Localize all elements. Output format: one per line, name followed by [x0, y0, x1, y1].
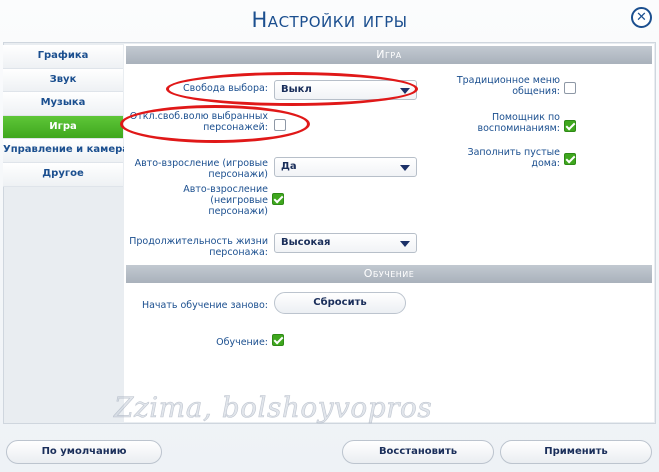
apply-button[interactable]: Применить — [500, 440, 652, 464]
traditional-menu-label: Традиционное меню общения: — [456, 75, 560, 97]
close-icon[interactable]: ✕ — [631, 7, 652, 28]
restore-button[interactable]: Восстановить — [342, 440, 494, 464]
sidebar-item-other[interactable]: Другое — [3, 162, 123, 187]
lifespan-label: Продолжительность жизни персонажа: — [129, 236, 268, 258]
sidebar-item-game[interactable]: Игра — [3, 115, 123, 140]
default-button[interactable]: По умолчанию — [6, 440, 162, 464]
chevron-down-icon — [400, 165, 410, 171]
disable-free-will-checkbox[interactable] — [274, 119, 286, 131]
lifespan-value: Высокая — [281, 237, 331, 248]
free-will-dropdown[interactable]: Выкл — [274, 80, 417, 100]
sidebar-item-sound[interactable]: Звук — [3, 68, 123, 93]
auto-aging-played-value: Да — [281, 161, 297, 172]
sidebar-item-graphics[interactable]: Графика — [3, 45, 123, 69]
tutorial-checkbox[interactable] — [272, 334, 284, 346]
auto-aging-unplayed-checkbox[interactable] — [272, 193, 284, 205]
auto-aging-played-label: Авто-взросление (игровые персонажи) — [134, 158, 268, 180]
memories-helper-label: Помощник по воспоминаниям: — [477, 112, 561, 134]
reset-tutorial-button[interactable]: Сбросить — [274, 292, 406, 314]
sidebar: Графика Звук Музыка Игра Управление и ка… — [3, 45, 129, 187]
window-title: Настройки игры — [251, 8, 408, 32]
settings-window: Настройки игры ✕ Графика Звук Музыка Игр… — [0, 0, 659, 472]
watermark: Zzima, bolshoyvopros — [114, 391, 433, 425]
chevron-down-icon — [400, 88, 410, 94]
free-will-label: Свобода выбора: — [183, 83, 268, 94]
sidebar-item-music[interactable]: Музыка — [3, 92, 123, 116]
disable-free-will-label: Откл.своб.волю выбранных персонажей: — [129, 111, 268, 133]
settings-panel: Игра Свобода выбора: Выкл Откл.своб.волю… — [124, 44, 654, 422]
fill-empty-houses-checkbox[interactable] — [564, 153, 576, 165]
traditional-menu-checkbox[interactable] — [564, 82, 576, 94]
auto-aging-unplayed-label: Авто-взросление (неигровые персонажи) — [183, 184, 268, 217]
section-header-tutorial: Обучение — [126, 265, 652, 283]
restart-tutorial-label: Начать обучение заново: — [141, 300, 268, 311]
section-header-game: Игра — [126, 46, 652, 64]
chevron-down-icon — [400, 241, 410, 247]
memories-helper-checkbox[interactable] — [564, 120, 576, 132]
tutorial-label: Обучение: — [216, 337, 268, 348]
lifespan-dropdown[interactable]: Высокая — [274, 233, 417, 253]
free-will-value: Выкл — [281, 84, 312, 95]
fill-empty-houses-label: Заполнить пустые дома: — [467, 147, 560, 169]
sidebar-item-controls-camera[interactable]: Управление и камера — [3, 139, 129, 163]
auto-aging-played-dropdown[interactable]: Да — [274, 157, 417, 177]
